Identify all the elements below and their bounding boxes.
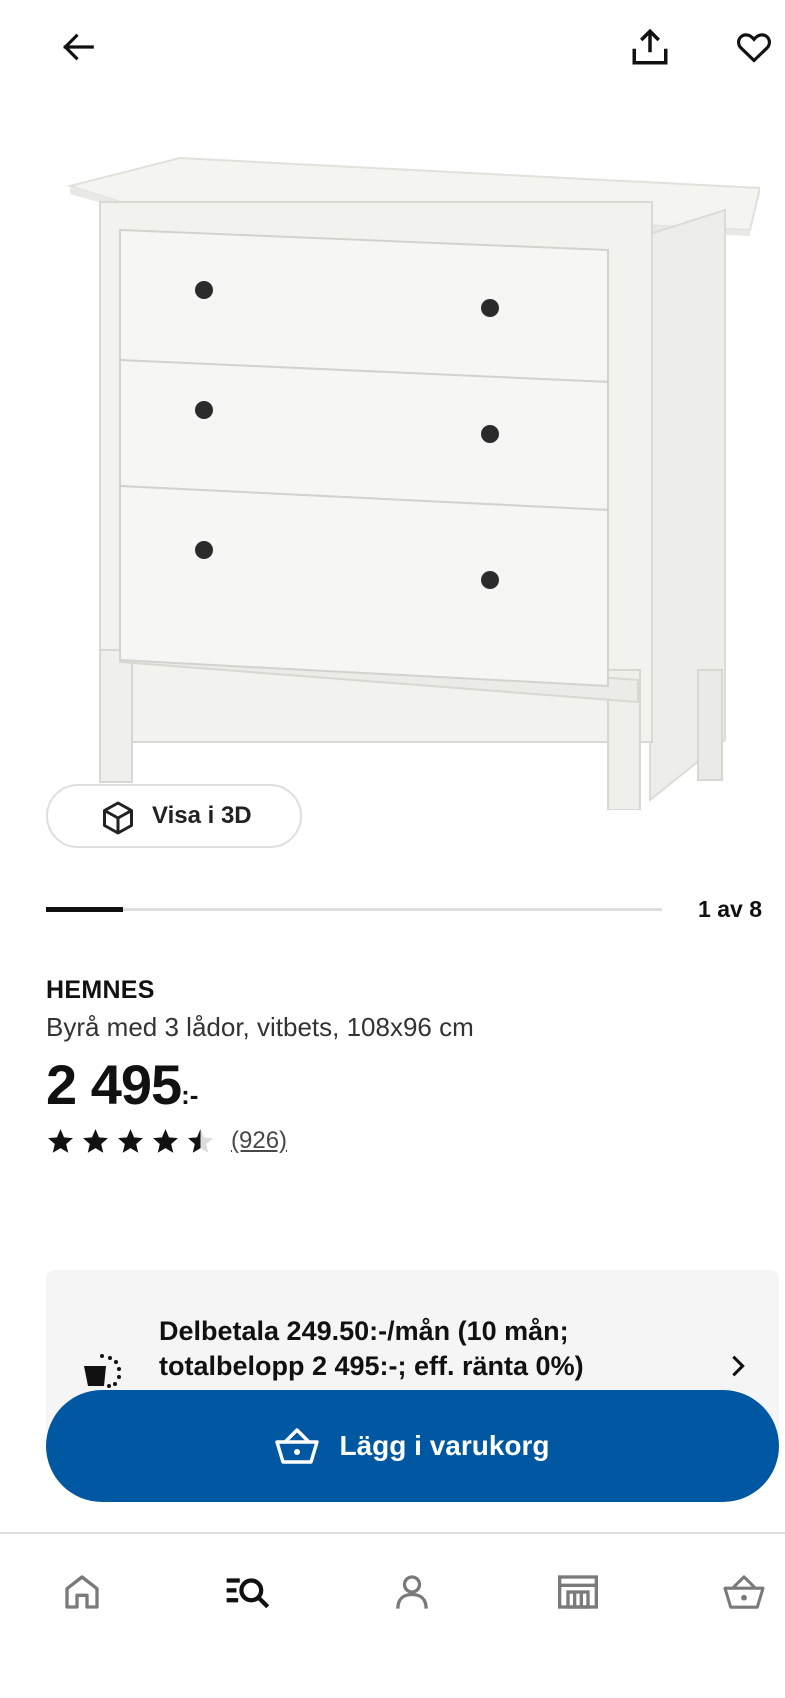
store-icon [558, 1575, 598, 1609]
nav-account[interactable] [382, 1562, 442, 1622]
review-count-link[interactable]: (926) [231, 1127, 287, 1155]
product-rating[interactable]: (926) [46, 1126, 287, 1156]
installment-coins-icon [84, 1354, 121, 1388]
back-button[interactable] [48, 17, 108, 77]
view-in-3d-button[interactable]: Visa i 3D [46, 784, 302, 848]
star-icon [48, 1128, 73, 1153]
shopping-basket-icon [723, 1575, 765, 1609]
add-to-cart-button[interactable]: Lägg i varukorg [46, 1390, 779, 1502]
arrow-left-icon [63, 33, 94, 61]
installment-offer-text: Delbetala 249.50:-/mån (10 mån; totalbel… [159, 1316, 584, 1381]
top-bar [0, 0, 785, 100]
chevron-right-icon [732, 1355, 745, 1377]
shopping-basket-icon [275, 1428, 320, 1464]
price-suffix: :- [181, 1080, 199, 1110]
account-icon [396, 1575, 428, 1609]
gallery-progress-fill [46, 907, 123, 912]
product-page: Visa i 3D 1 av 8 HEMNES Byrå med 3 lådor… [0, 0, 785, 1698]
nav-search[interactable] [218, 1562, 278, 1622]
add-to-cart-label: Lägg i varukorg [339, 1430, 550, 1461]
nav-cart[interactable] [714, 1562, 774, 1622]
product-description: Byrå med 3 lådor, vitbets, 108x96 cm [46, 1012, 474, 1042]
view-in-3d-label: Visa i 3D [152, 802, 252, 829]
price-integer: 2 495 [46, 1053, 182, 1116]
star-icon [188, 1128, 213, 1153]
star-icon [118, 1128, 143, 1153]
product-price: 2 495:- [46, 1052, 198, 1117]
cube-icon [103, 801, 133, 835]
home-icon [65, 1575, 99, 1609]
star-icon [153, 1128, 178, 1153]
nav-store[interactable] [548, 1562, 608, 1622]
nav-home[interactable] [52, 1562, 112, 1622]
bottom-navigation [0, 1532, 785, 1698]
product-name: HEMNES [46, 976, 155, 1004]
share-button[interactable] [620, 17, 680, 77]
share-upload-icon [632, 28, 668, 65]
star-icon [83, 1128, 108, 1153]
search-list-icon [226, 1578, 270, 1609]
gallery-progress-bar [46, 907, 662, 912]
favorite-button[interactable] [724, 17, 784, 77]
product-image[interactable] [60, 150, 760, 810]
rating-stars [46, 1127, 215, 1156]
heart-outline-icon [737, 33, 771, 63]
gallery-page-indicator: 1 av 8 [698, 896, 762, 922]
